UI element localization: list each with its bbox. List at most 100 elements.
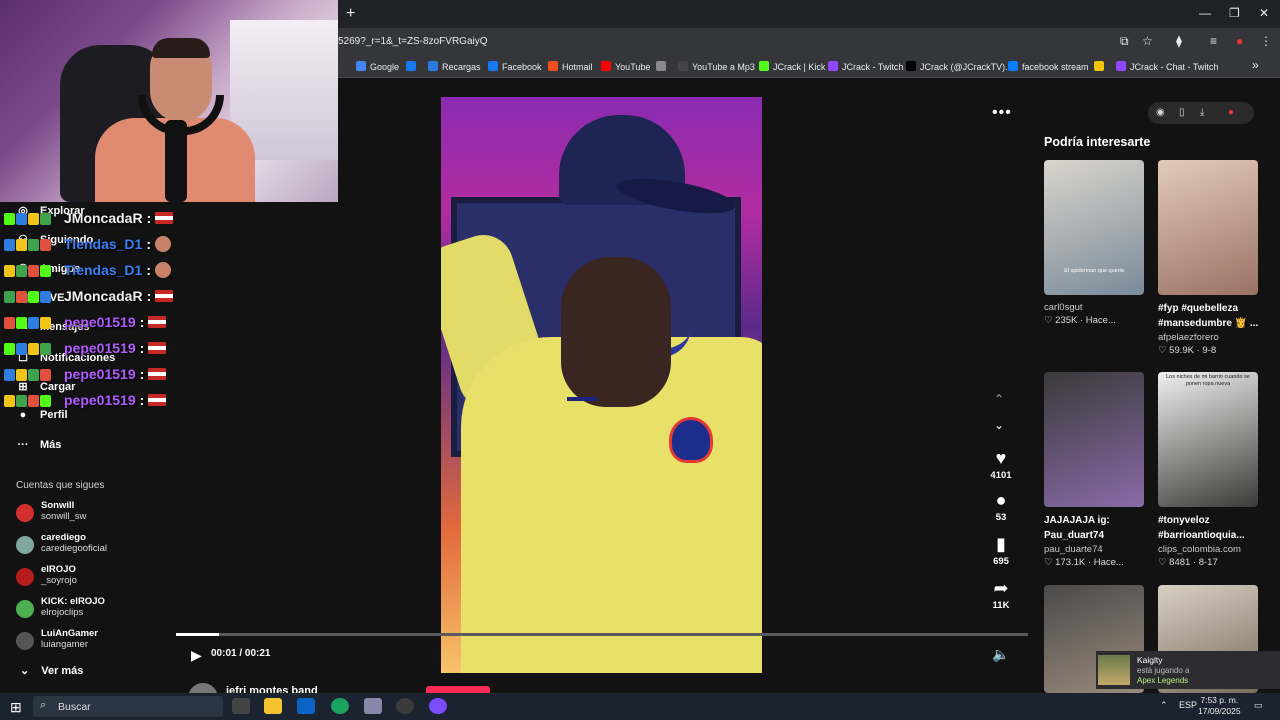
chat-badges-icon <box>4 238 64 252</box>
nav-mas[interactable]: ··· Más <box>16 439 62 451</box>
task-view-icon[interactable] <box>232 698 250 714</box>
device-icon[interactable]: ▯ <box>1179 107 1185 118</box>
clock-time: 7:53 p. m. <box>1200 695 1239 705</box>
video-time: 00:01 / 00:21 <box>211 648 271 659</box>
video-author[interactable]: pau_duarte74 <box>1044 544 1103 555</box>
video-thumbnail[interactable]: El spiderman que queria <box>1044 160 1144 295</box>
chat-badges-icon <box>4 316 64 330</box>
menu-icon[interactable]: ⋮ <box>1260 34 1272 48</box>
taskbar-search[interactable]: ⌕ Buscar <box>33 696 223 717</box>
bookmark-star-icon[interactable]: ☆ <box>1142 34 1153 48</box>
account-name: Sonwill <box>41 500 75 511</box>
bookmark-3[interactable]: Facebook <box>488 61 542 72</box>
url-field[interactable]: 5269?_r=1&_t=ZS-8zoFVRGaiyQ <box>338 36 488 47</box>
volume-icon[interactable]: 🔈 <box>992 646 1009 663</box>
bookmark-favicon-icon <box>548 61 558 71</box>
bookmark-4[interactable]: Hotmail <box>548 61 593 72</box>
chat-separator: : <box>146 210 152 226</box>
video-thumbnail[interactable] <box>1158 160 1258 295</box>
windows-start-icon[interactable]: ⊞ <box>10 699 22 716</box>
extensions-icon[interactable]: ⧫ <box>1176 34 1182 48</box>
bookmark-8[interactable]: JCrack | Kick <box>759 61 825 72</box>
video-player[interactable] <box>441 97 762 673</box>
flag-emote-icon <box>148 394 167 406</box>
bookmark-1[interactable] <box>406 61 420 72</box>
install-app-icon[interactable]: ⧉ <box>1120 34 1129 49</box>
notification-center-icon[interactable]: ▭ <box>1254 700 1263 711</box>
more-options-icon[interactable]: ••• <box>992 104 1012 122</box>
video-author[interactable]: carl0sgut <box>1044 302 1083 313</box>
chat-username: Tiendas_D1 <box>64 262 143 278</box>
bookmark-favicon-icon <box>656 61 666 71</box>
video-progress-bar[interactable] <box>176 633 1028 636</box>
bookmark-favicon-icon <box>828 61 838 71</box>
video-title[interactable]: #tonyveloz #barrioantioquia... <box>1158 513 1266 543</box>
video-author[interactable]: afpelaezforero <box>1158 332 1219 343</box>
new-tab-button[interactable]: + <box>346 5 355 23</box>
see-more-button[interactable]: ⌄ Ver más <box>20 664 83 677</box>
bookmark-10[interactable]: JCrack (@JCrackTV)... <box>906 61 1013 72</box>
bookmark-0[interactable]: Google <box>356 61 399 72</box>
bookmark-label: YouTube <box>615 62 651 72</box>
like-button[interactable]: ♥ 4101 <box>986 448 1016 481</box>
profile-icon[interactable]: ● <box>1236 34 1243 48</box>
more-bookmarks-button[interactable]: » <box>1252 58 1259 72</box>
close-button[interactable]: ✕ <box>1259 6 1269 20</box>
account-avatar <box>16 568 34 586</box>
see-more-label: Ver más <box>41 665 84 677</box>
app-icon[interactable] <box>364 698 382 714</box>
bookmark-label: Recargas <box>442 62 481 72</box>
streaming-app-icon[interactable] <box>429 698 447 714</box>
bookmark-favicon-icon <box>406 61 416 71</box>
bookmark-13[interactable]: JCrack - Chat - Twitch <box>1116 61 1218 72</box>
next-video-icon[interactable]: ⌄ <box>994 418 1004 432</box>
twitch-notification[interactable]: Kaiglty está jugando a Apex Legends <box>1096 651 1280 689</box>
chat-username: pepe01519 <box>64 314 136 330</box>
bookmark-9[interactable]: JCrack - Twitch <box>828 61 903 72</box>
chrome-icon[interactable] <box>331 698 349 714</box>
bookmark-label: facebook stream <box>1022 62 1089 72</box>
download-icon[interactable]: ⤓ <box>1200 107 1204 118</box>
language-indicator[interactable]: ESP <box>1179 700 1197 710</box>
chat-message: Tiendas_D1: <box>4 236 172 256</box>
minimize-button[interactable]: — <box>1199 6 1211 20</box>
bookmark-favicon-icon <box>601 61 611 71</box>
bookmark-6[interactable] <box>656 61 670 72</box>
more-dots-icon: ··· <box>17 439 29 451</box>
obs-icon[interactable] <box>396 698 414 714</box>
bookmark-12[interactable] <box>1094 61 1108 72</box>
follow-button[interactable] <box>426 686 490 693</box>
video-thumbnail[interactable]: Los niches de mi barrio cuando se ponen … <box>1158 372 1258 507</box>
coin-icon[interactable]: ◉ <box>1156 107 1165 118</box>
face-emote-icon <box>155 262 172 278</box>
media-control-icon[interactable]: ≡ <box>1210 34 1217 48</box>
bookmark-2[interactable]: Recargas <box>428 61 481 72</box>
restore-button[interactable]: ❐ <box>1229 6 1240 20</box>
bookmark-11[interactable]: facebook stream <box>1008 61 1089 72</box>
video-title[interactable]: JAJAJAJA ig: Pau_duart74 <box>1044 513 1152 543</box>
account-name: KICK: elROJO <box>41 596 105 607</box>
chat-badges-icon <box>4 368 64 382</box>
user-avatar-icon[interactable]: ● <box>1228 107 1234 118</box>
chat-badges-icon <box>4 264 64 278</box>
previous-video-icon[interactable]: ⌃ <box>994 392 1004 406</box>
flag-emote-icon <box>148 368 167 380</box>
play-icon[interactable]: ▶ <box>191 647 202 664</box>
streamer-thumbnail <box>1098 655 1130 685</box>
tray-chevron-icon[interactable]: ⌃ <box>1160 700 1168 711</box>
system-clock[interactable]: 7:53 p. m. 17/09/2025 <box>1198 695 1241 717</box>
bookmark-7[interactable]: YouTube a Mp3 <box>678 61 755 72</box>
bookmark-label: Hotmail <box>562 62 593 72</box>
bookmark-5[interactable]: YouTube <box>601 61 650 72</box>
flag-emote-icon <box>155 290 174 302</box>
share-count: 11K <box>992 600 1010 611</box>
video-author[interactable]: clips_colombia.com <box>1158 544 1241 555</box>
comment-button[interactable]: ● 53 <box>986 490 1016 523</box>
video-thumbnail[interactable] <box>1044 372 1144 507</box>
share-button[interactable]: ➦ 11K <box>986 578 1016 611</box>
outlook-icon[interactable] <box>297 698 315 714</box>
video-title[interactable]: #fyp #quebelleza #mansedumbre 👸 ... <box>1158 301 1266 331</box>
save-button[interactable]: ▮ 695 <box>986 534 1016 567</box>
file-explorer-icon[interactable] <box>264 698 282 714</box>
video-stats: ♡ 173.1K · Hace... <box>1044 557 1124 568</box>
